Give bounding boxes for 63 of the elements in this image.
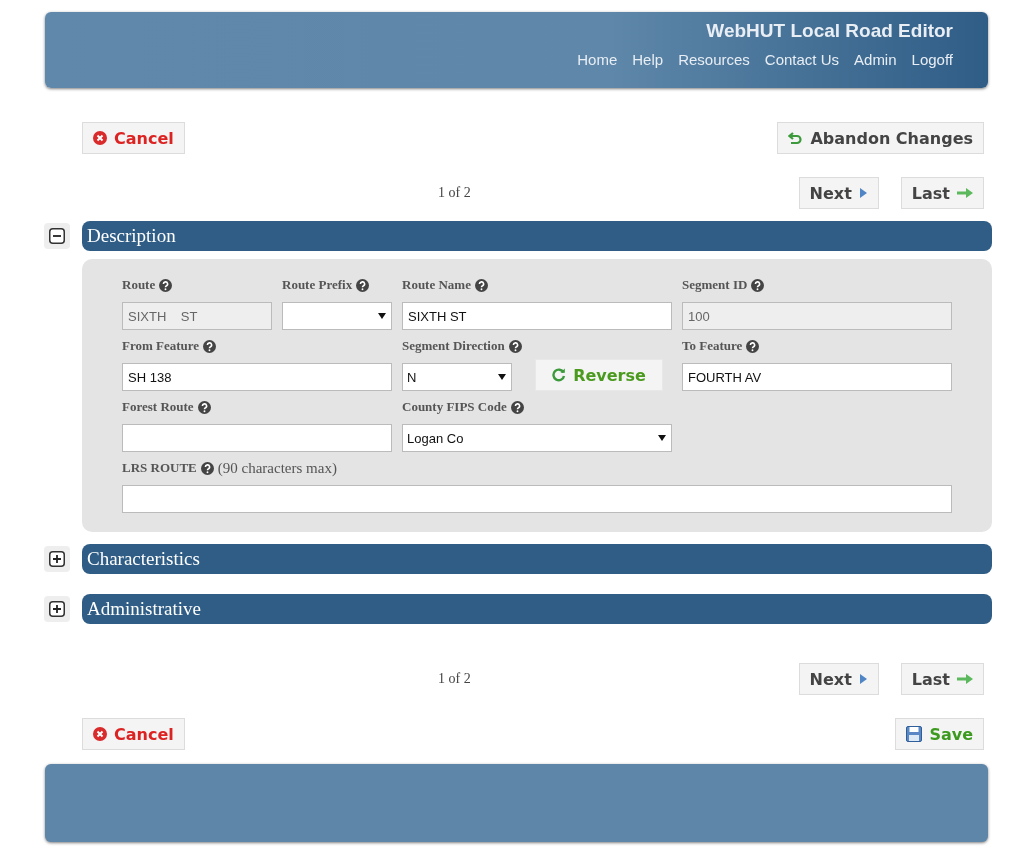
undo-arrow-icon bbox=[788, 131, 804, 145]
circular-arrow-icon bbox=[552, 368, 567, 382]
last-button[interactable]: Last bbox=[900, 663, 984, 695]
section-header[interactable]: Characteristics bbox=[82, 544, 992, 574]
page-count: 1 of 2 bbox=[436, 185, 472, 201]
nav-link[interactable]: Contact Us bbox=[764, 51, 840, 68]
right-arrow-icon bbox=[957, 188, 973, 198]
right-triangle-icon bbox=[858, 187, 868, 199]
nav-link[interactable]: Logoff bbox=[911, 51, 953, 68]
cancel-button[interactable]: Cancel bbox=[82, 718, 185, 750]
app-title: WebHUT Local Road Editor bbox=[706, 20, 953, 42]
nav-link[interactable]: Admin bbox=[854, 51, 897, 68]
text-field[interactable] bbox=[122, 485, 952, 513]
plus-icon bbox=[49, 601, 65, 617]
nav-link[interactable]: Help bbox=[632, 51, 664, 68]
caret-icon bbox=[378, 313, 386, 319]
help-icon[interactable] bbox=[751, 278, 765, 292]
page-count: 1 of 2 bbox=[436, 671, 472, 687]
field-label: LRS ROUTE bbox=[122, 460, 197, 476]
field-label: Route Name bbox=[402, 277, 471, 293]
field-label: Route bbox=[122, 277, 156, 293]
plus-icon bbox=[49, 551, 65, 567]
expand-toggle[interactable] bbox=[44, 546, 70, 572]
text-field[interactable]: SIXTH ST bbox=[402, 302, 672, 330]
caret-icon bbox=[498, 374, 506, 380]
field-label: Segment Direction bbox=[402, 338, 505, 354]
cancel-icon bbox=[93, 131, 107, 145]
help-icon[interactable] bbox=[197, 400, 211, 414]
caret-icon bbox=[658, 435, 666, 441]
help-icon[interactable] bbox=[200, 461, 214, 475]
text-field[interactable]: SH 138 bbox=[122, 363, 392, 391]
section-header[interactable]: Description bbox=[82, 221, 992, 251]
help-icon[interactable] bbox=[508, 339, 522, 353]
abandon-button[interactable]: Abandon Changes bbox=[777, 122, 984, 154]
help-icon[interactable] bbox=[203, 339, 217, 353]
nav-link[interactable]: Resources bbox=[678, 51, 750, 68]
dropdown[interactable]: Logan Co bbox=[402, 424, 672, 452]
collapse-toggle[interactable] bbox=[44, 223, 70, 249]
dropdown[interactable]: N bbox=[402, 363, 512, 391]
next-button[interactable]: Next bbox=[798, 177, 879, 209]
right-arrow-icon bbox=[957, 674, 973, 684]
help-icon[interactable] bbox=[159, 278, 173, 292]
help-icon[interactable] bbox=[356, 278, 370, 292]
field-label: To Feature bbox=[682, 338, 743, 354]
field-label: From Feature bbox=[122, 338, 200, 354]
cancel-button[interactable]: Cancel bbox=[82, 122, 185, 154]
section-header[interactable]: Administrative bbox=[82, 594, 992, 624]
minus-icon bbox=[49, 228, 65, 244]
field-label: Route Prefix bbox=[282, 277, 353, 293]
field-label: Segment ID bbox=[682, 277, 748, 293]
help-icon[interactable] bbox=[510, 400, 524, 414]
expand-toggle[interactable] bbox=[44, 596, 70, 622]
field-label: County FIPS Code bbox=[402, 399, 507, 415]
field-label: Forest Route bbox=[122, 399, 194, 415]
last-button[interactable]: Last bbox=[900, 177, 984, 209]
right-triangle-icon bbox=[858, 673, 868, 685]
text-field[interactable] bbox=[122, 424, 392, 452]
field-hint: (90 characters max) bbox=[217, 459, 337, 477]
help-icon[interactable] bbox=[474, 278, 488, 292]
cancel-icon bbox=[93, 727, 107, 741]
text-field[interactable]: FOURTH AV bbox=[682, 363, 952, 391]
help-icon[interactable] bbox=[746, 339, 760, 353]
next-button[interactable]: Next bbox=[798, 663, 879, 695]
